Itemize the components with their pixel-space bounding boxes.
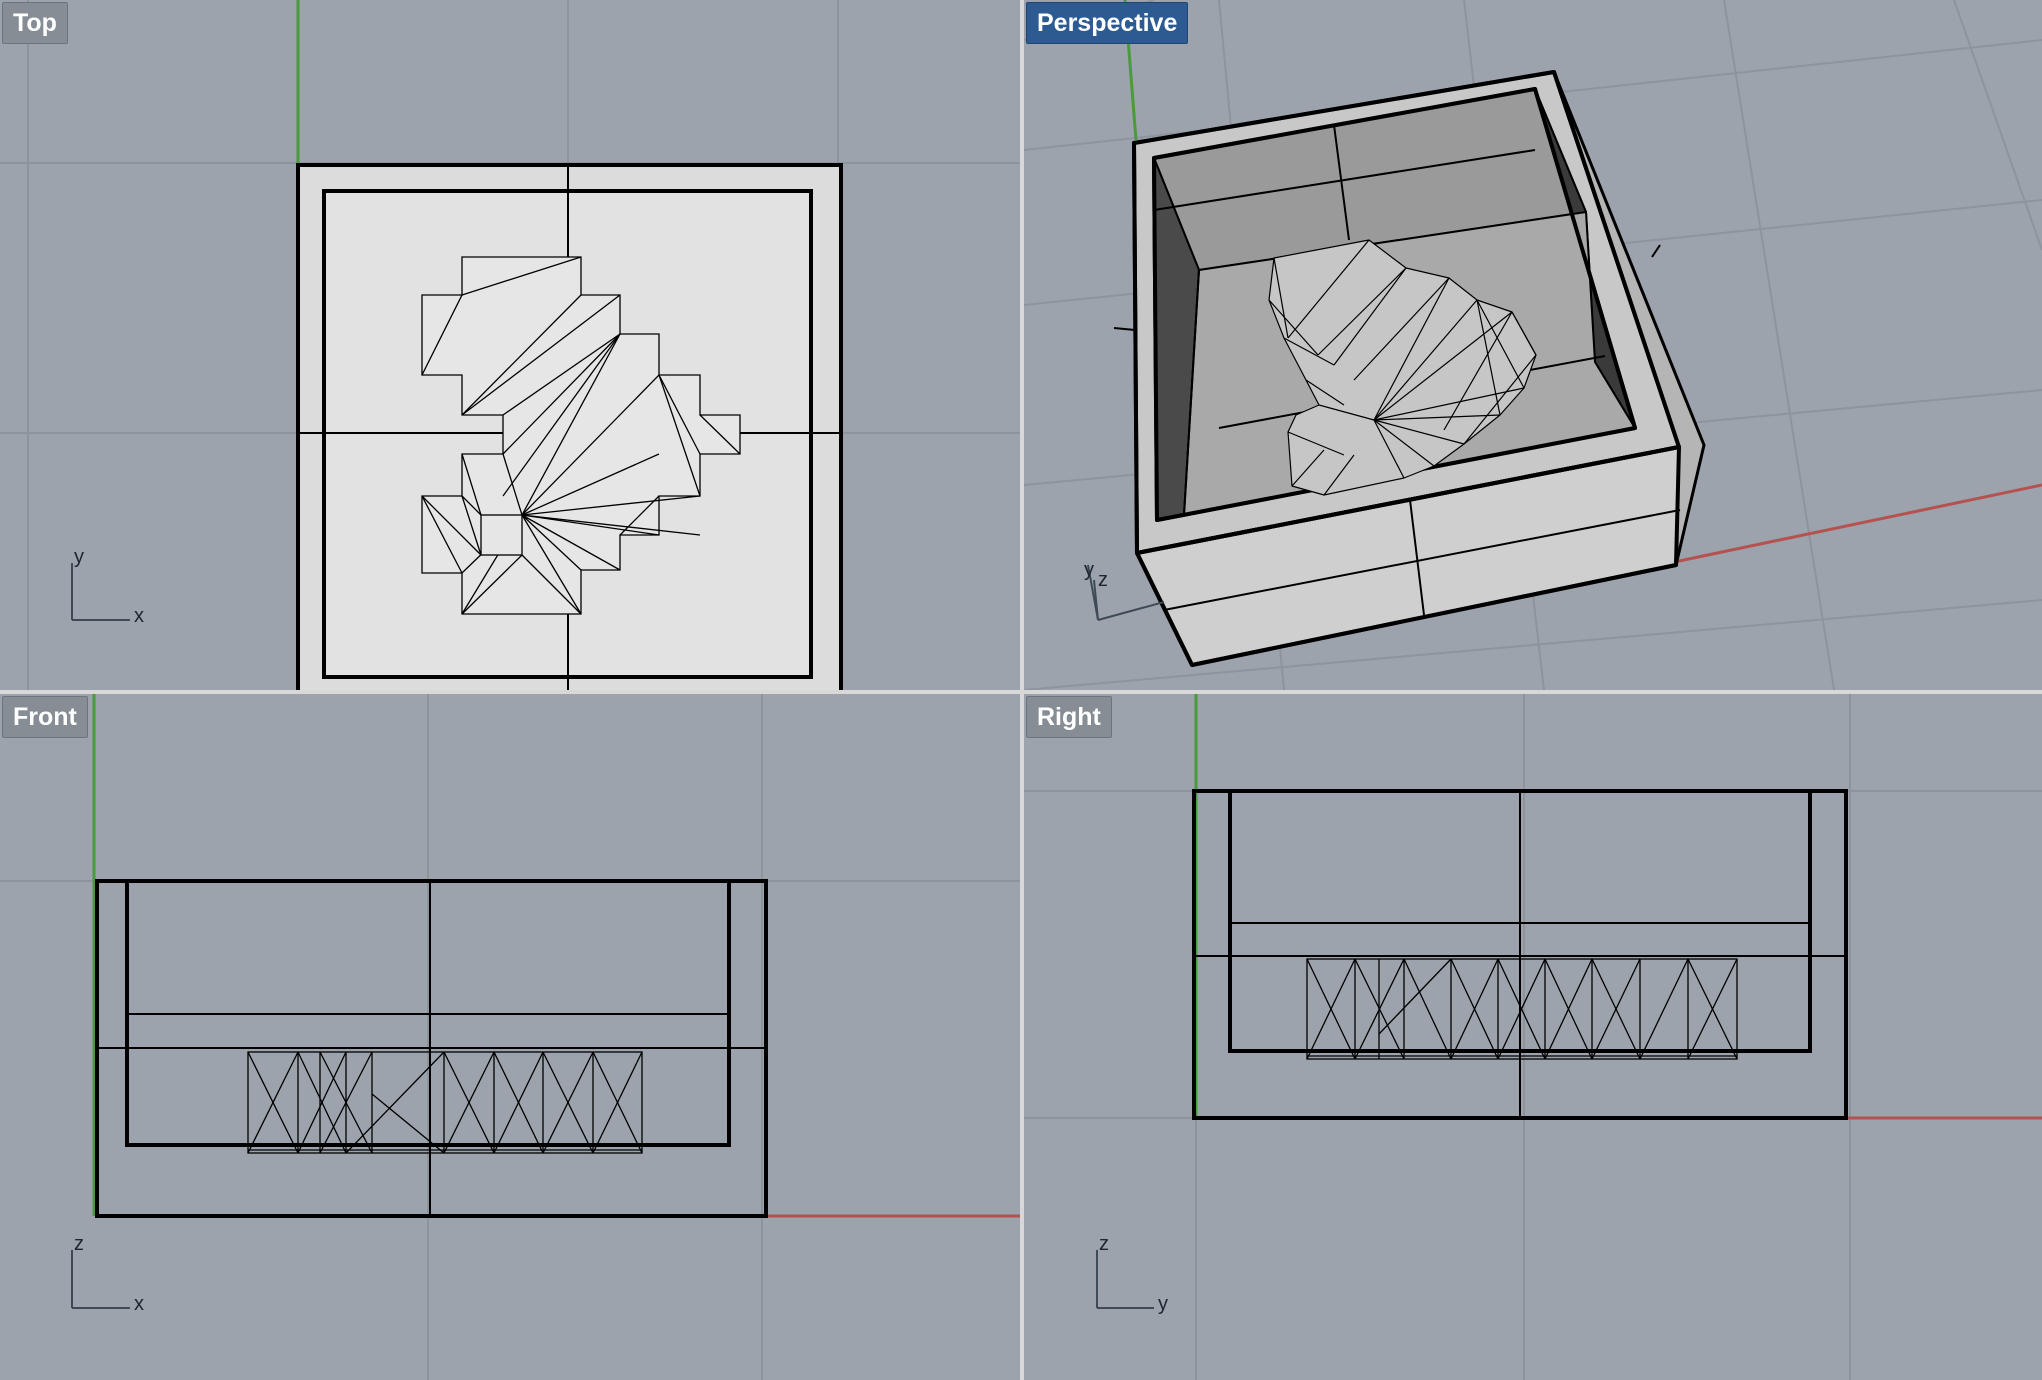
perspective-view-canvas[interactable]: y z — [1024, 0, 2042, 690]
axis-label-vertical: z — [1099, 1233, 1109, 1255]
axis-label-vertical: z — [74, 1233, 84, 1255]
grid — [0, 694, 1020, 1380]
front-view-canvas[interactable]: z x — [0, 694, 1020, 1380]
axis-label-horizontal: x — [134, 605, 144, 627]
model-wireframe[interactable] — [1192, 789, 1848, 1120]
model-shaded[interactable] — [1113, 70, 1706, 667]
viewport-front[interactable]: z x Front — [0, 694, 1020, 1380]
right-view-canvas[interactable]: z y — [1024, 694, 2042, 1380]
viewport-top[interactable]: y x Top — [0, 0, 1020, 690]
viewport-title-right[interactable]: Right — [1026, 696, 1112, 738]
axis-indicator — [71, 563, 130, 621]
x-axis-line — [1659, 483, 2042, 567]
viewport-perspective[interactable]: y z Perspective — [1024, 0, 2042, 690]
viewport-title-perspective[interactable]: Perspective — [1026, 2, 1189, 44]
top-view-canvas[interactable]: y x — [0, 0, 1020, 690]
viewport-title-front[interactable]: Front — [2, 696, 88, 738]
grid — [1024, 694, 2042, 1380]
axis-label-horizontal: z — [1098, 569, 1108, 591]
model-wireframe[interactable] — [296, 163, 843, 690]
axis-indicator — [1096, 1250, 1154, 1309]
axis-label-vertical: y — [1084, 559, 1094, 581]
axis-indicator — [71, 1250, 130, 1309]
axis-label-horizontal: x — [134, 1293, 144, 1315]
viewport-right[interactable]: z y Right — [1024, 694, 2042, 1380]
axis-label-vertical: y — [74, 546, 84, 568]
model-wireframe[interactable] — [95, 879, 768, 1218]
viewport-title-top[interactable]: Top — [2, 2, 68, 44]
axis-label-horizontal: y — [1158, 1293, 1168, 1315]
